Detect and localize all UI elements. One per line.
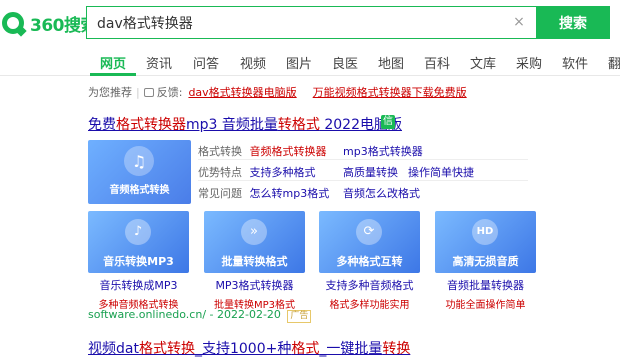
title-highlight: 转格式 <box>277 117 320 133</box>
title-part: _一键批量 <box>319 341 383 357</box>
title-part: 免费 <box>88 117 116 133</box>
active-tab-indicator <box>90 73 136 76</box>
suggest-link-1[interactable]: dav格式转换器电脑版 <box>188 84 296 100</box>
card-image-label: 高清无损音质 <box>452 255 519 268</box>
thumbnail-label: 音频格式转换 <box>109 185 170 196</box>
info-link[interactable]: 支持多种格式 <box>250 166 316 179</box>
suggest-link-2[interactable]: 万能视频格式转换器下载免费版 <box>313 84 467 100</box>
card-title[interactable]: 音乐转换成MP3 <box>88 277 189 293</box>
card-title[interactable]: 支持多种音频格式 <box>319 277 420 293</box>
suggest-prefix: 为您推荐 <box>88 86 132 99</box>
audio-file-icon: ♫ <box>124 146 154 176</box>
card-title[interactable]: MP3格式转换器 <box>204 277 305 293</box>
info-link[interactable]: 怎么转mp3格式 <box>250 187 330 200</box>
tab-software[interactable]: 软件 <box>562 53 588 72</box>
divider: | <box>136 85 140 99</box>
refresh-icon: ⟳ <box>356 219 382 245</box>
title-highlight: 转换 <box>382 341 411 357</box>
search-input[interactable] <box>97 7 497 38</box>
card-image: HD 高清无损音质 <box>435 211 536 273</box>
card-image-label: 音乐转换MP3 <box>103 255 174 268</box>
feature-card[interactable]: HD 高清无损音质 音频批量转换器 功能全面操作简单 <box>435 211 536 311</box>
info-link[interactable]: 音频格式转换器 <box>250 145 327 158</box>
divider <box>198 159 528 160</box>
tab-purchase[interactable]: 采购 <box>516 53 542 72</box>
card-subtitle: 格式多样功能实用 <box>329 300 410 311</box>
info-row-format: 格式转换 音频格式转换器 mp3格式转换器 <box>198 143 423 159</box>
clear-icon[interactable]: × <box>512 15 526 29</box>
feedback-icon[interactable] <box>143 87 154 97</box>
tab-images[interactable]: 图片 <box>286 53 312 72</box>
title-highlight: 格式转换 <box>138 341 195 357</box>
url-text[interactable]: software.onlinedo.cn/ - 2022-02-20 <box>88 308 281 321</box>
title-part: mp3 音频批量 <box>186 117 278 133</box>
suggestion-bar: 为您推荐 | 反馈: dav格式转换器电脑版 万能视频格式转换器下载免费版 <box>88 84 467 100</box>
title-part: 视频dat <box>88 341 139 357</box>
info-row-faq: 常见问题 怎么转mp3格式 音频怎么改格式 <box>198 185 420 201</box>
search-tabs: 网页 资讯 问答 视频 图片 良医 地图 百科 文库 采购 软件 翻 <box>0 46 620 76</box>
info-row-advantages: 优势特点 支持多种格式 高质量转换 操作简单快捷 <box>198 164 474 180</box>
tab-video[interactable]: 视频 <box>240 53 266 72</box>
info-key: 常见问题 <box>198 187 242 200</box>
music-note-icon: ♪ <box>125 219 151 245</box>
tab-wenku[interactable]: 文库 <box>470 53 496 72</box>
logo-icon <box>2 12 24 34</box>
title-highlight: 格式 <box>291 341 320 357</box>
hd-icon: HD <box>472 219 498 245</box>
title-part: _支持1000+种 <box>194 341 292 357</box>
tab-map[interactable]: 地图 <box>378 53 404 72</box>
feature-card[interactable]: » 批量转换格式 MP3格式转换器 批量转换MP3格式 <box>204 211 305 311</box>
tab-doctor[interactable]: 良医 <box>332 53 358 72</box>
info-link[interactable]: 操作简单快捷 <box>408 164 474 180</box>
tab-news[interactable]: 资讯 <box>146 53 172 72</box>
result-thumbnail[interactable]: ♫ 音频格式转换 <box>88 140 191 204</box>
tab-baike[interactable]: 百科 <box>424 53 450 72</box>
info-key: 格式转换 <box>198 145 242 158</box>
card-image: ♪ 音乐转换MP3 <box>88 211 189 273</box>
result-url: software.onlinedo.cn/ - 2022-02-20 广告 <box>88 308 312 323</box>
feedback-link[interactable]: 反馈: <box>157 84 183 100</box>
card-image: ⟳ 多种格式互转 <box>319 211 420 273</box>
tab-qa[interactable]: 问答 <box>193 53 219 72</box>
card-subtitle: 功能全面操作简单 <box>445 300 526 311</box>
search-box: × <box>86 6 536 39</box>
card-title[interactable]: 音频批量转换器 <box>435 277 536 293</box>
card-image-label: 批量转换格式 <box>221 255 288 268</box>
card-image: » 批量转换格式 <box>204 211 305 273</box>
feature-card[interactable]: ♪ 音乐转换MP3 音乐转换成MP3 多种音频格式转换 <box>88 211 189 311</box>
fast-forward-icon: » <box>241 219 267 245</box>
tab-translate[interactable]: 翻 <box>608 53 620 72</box>
result-title-2[interactable]: 视频dat格式转换_支持1000+种格式_一键批量转换 <box>88 338 410 357</box>
verified-badge: 信 <box>381 115 395 129</box>
card-image-label: 多种格式互转 <box>336 255 403 268</box>
tab-web[interactable]: 网页 <box>100 53 126 72</box>
divider <box>198 180 528 181</box>
feature-card[interactable]: ⟳ 多种格式互转 支持多种音频格式 格式多样功能实用 <box>319 211 420 311</box>
title-highlight: 格式转换器 <box>116 117 186 133</box>
info-link[interactable]: 高质量转换 <box>343 164 398 180</box>
result-title[interactable]: 免费格式转换器mp3 音频批量转格式 2022电脑版 <box>88 114 402 134</box>
search-button[interactable]: 搜索 <box>536 6 610 39</box>
ad-badge: 广告 <box>287 310 312 323</box>
info-link[interactable]: 音频怎么改格式 <box>343 185 420 201</box>
info-key: 优势特点 <box>198 166 242 179</box>
info-link[interactable]: mp3格式转换器 <box>343 143 423 159</box>
site-logo[interactable]: 360搜索 <box>0 10 98 36</box>
